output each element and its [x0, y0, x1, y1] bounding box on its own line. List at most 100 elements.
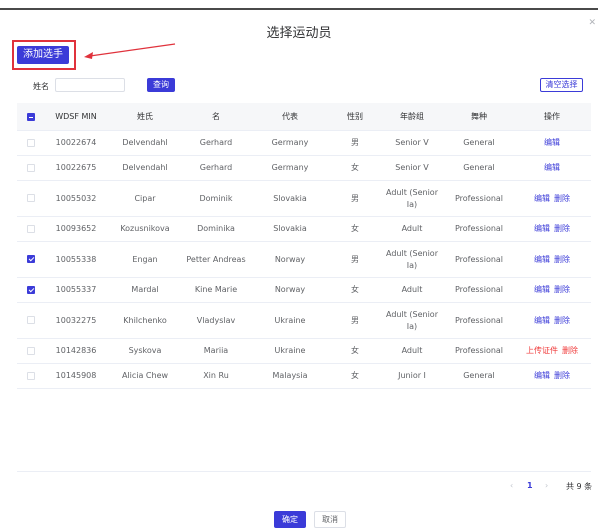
- cell-dance: Professional: [445, 180, 513, 217]
- cell-age-group: Adult (Senior Ia): [379, 241, 445, 278]
- cell-last-name: Kozusnikova: [107, 216, 183, 242]
- cell-actions: 编辑 删除: [513, 241, 591, 278]
- divider: [17, 471, 591, 472]
- total-count: 共 9 条: [566, 482, 593, 491]
- cell-wdsf-min: 10142836: [45, 338, 107, 364]
- row-checkbox[interactable]: [27, 255, 35, 263]
- row-checkbox[interactable]: [27, 194, 35, 202]
- table-row: 10145908 Alicia Chew Xin Ru Malaysia 女 Junior…: [17, 363, 591, 389]
- edit-link[interactable]: 编辑: [534, 224, 550, 233]
- cell-age-group: Adult (Senior Ia): [379, 302, 445, 339]
- cell-first-name: Xin Ru: [183, 363, 249, 389]
- prev-page-icon[interactable]: ‹: [510, 481, 513, 490]
- table-body: 10022674 Delvendahl Gerhard Germany 男 Senior …: [17, 130, 591, 389]
- cancel-button[interactable]: 取消: [314, 511, 346, 528]
- cell-age-group: Adult: [379, 216, 445, 242]
- row-select-cell[interactable]: [17, 241, 45, 278]
- cell-dance: General: [445, 363, 513, 389]
- row-checkbox[interactable]: [27, 346, 35, 355]
- cell-wdsf-min: 10032275: [45, 302, 107, 339]
- row-checkbox[interactable]: [27, 224, 35, 233]
- cell-first-name: Petter Andreas: [183, 241, 249, 278]
- cell-wdsf-min: 10093652: [45, 216, 107, 242]
- cell-first-name: Gerhard: [183, 155, 249, 181]
- header-dance: 舞种: [445, 103, 513, 131]
- upload-document-link[interactable]: 上传证件: [526, 346, 558, 355]
- row-select-cell[interactable]: [17, 302, 45, 339]
- table-header-row: WDSF MIN 姓氏 名 代表 性别 年龄组 舞种 操作: [17, 103, 591, 131]
- cell-first-name: Mariia: [183, 338, 249, 364]
- row-checkbox[interactable]: [27, 285, 35, 294]
- cell-actions: 编辑 删除: [513, 180, 591, 217]
- delete-link[interactable]: 删除: [554, 371, 570, 380]
- confirm-button[interactable]: 确定: [274, 511, 306, 528]
- cell-wdsf-min: 10145908: [45, 363, 107, 389]
- delete-link[interactable]: 删除: [554, 194, 570, 203]
- clear-selection-button[interactable]: 清空选择: [540, 78, 583, 92]
- row-select-cell[interactable]: [17, 338, 45, 364]
- cell-country: Norway: [249, 277, 331, 303]
- cell-gender: 男: [331, 180, 379, 217]
- delete-link[interactable]: 删除: [554, 255, 570, 264]
- select-all-checkbox[interactable]: [27, 112, 35, 121]
- cell-actions: 上传证件 删除: [513, 338, 591, 364]
- cell-country: Germany: [249, 155, 331, 181]
- current-page[interactable]: 1: [527, 481, 533, 490]
- row-select-cell[interactable]: [17, 363, 45, 389]
- row-select-cell[interactable]: [17, 130, 45, 156]
- cell-country: Ukraine: [249, 338, 331, 364]
- cell-last-name: Delvendahl: [107, 130, 183, 156]
- select-all-cell[interactable]: [17, 103, 45, 131]
- cell-dance: Professional: [445, 338, 513, 364]
- cell-wdsf-min: 10055338: [45, 241, 107, 278]
- delete-link[interactable]: 删除: [562, 346, 578, 355]
- name-filter-label: 姓名: [33, 82, 49, 91]
- delete-link[interactable]: 删除: [554, 316, 570, 325]
- cell-wdsf-min: 10022674: [45, 130, 107, 156]
- cell-last-name: Syskova: [107, 338, 183, 364]
- row-select-cell[interactable]: [17, 155, 45, 181]
- header-gender: 性别: [331, 103, 379, 131]
- cell-gender: 男: [331, 130, 379, 156]
- header-first-name: 名: [183, 103, 249, 131]
- table-row: 10142836 Syskova Mariia Ukraine 女 Adult Profes…: [17, 338, 591, 364]
- table-row: 10022675 Delvendahl Gerhard Germany 女 Senior …: [17, 155, 591, 181]
- cell-dance: Professional: [445, 277, 513, 303]
- row-select-cell[interactable]: [17, 277, 45, 303]
- query-button[interactable]: 查询: [147, 78, 175, 92]
- edit-link[interactable]: 编辑: [534, 285, 550, 294]
- next-page-icon[interactable]: ›: [545, 481, 548, 490]
- cell-age-group: Senior V: [379, 155, 445, 181]
- table-row: 10055338 Engan Petter Andreas Norway 男 Adult …: [17, 241, 591, 278]
- edit-link[interactable]: 编辑: [544, 138, 560, 147]
- delete-link[interactable]: 删除: [554, 285, 570, 294]
- row-checkbox[interactable]: [27, 163, 35, 172]
- row-checkbox[interactable]: [27, 138, 35, 147]
- row-checkbox[interactable]: [27, 371, 35, 380]
- edit-link[interactable]: 编辑: [534, 316, 550, 325]
- edit-link[interactable]: 编辑: [544, 163, 560, 172]
- edit-link[interactable]: 编辑: [534, 255, 550, 264]
- table-row: 10032275 Khilchenko Vladyslav Ukraine 男 Adult…: [17, 302, 591, 339]
- delete-link[interactable]: 删除: [554, 224, 570, 233]
- cell-first-name: Dominik: [183, 180, 249, 217]
- table-row: 10093652 Kozusnikova Dominika Slovakia 女 Adul…: [17, 216, 591, 242]
- row-select-cell[interactable]: [17, 216, 45, 242]
- name-filter-input[interactable]: [55, 78, 125, 92]
- header-actions: 操作: [513, 103, 591, 131]
- cell-last-name: Cipar: [107, 180, 183, 217]
- edit-link[interactable]: 编辑: [534, 194, 550, 203]
- edit-link[interactable]: 编辑: [534, 371, 550, 380]
- cell-actions: 编辑 删除: [513, 216, 591, 242]
- athlete-table: WDSF MIN 姓氏 名 代表 性别 年龄组 舞种 操作 10022674 De…: [17, 103, 591, 389]
- row-select-cell[interactable]: [17, 180, 45, 217]
- cell-wdsf-min: 10055032: [45, 180, 107, 217]
- row-checkbox[interactable]: [27, 316, 35, 324]
- cell-dance: General: [445, 155, 513, 181]
- cell-last-name: Delvendahl: [107, 155, 183, 181]
- cell-gender: 女: [331, 216, 379, 242]
- cell-gender: 女: [331, 155, 379, 181]
- header-wdsf-min: WDSF MIN: [45, 103, 107, 131]
- cell-gender: 女: [331, 363, 379, 389]
- cell-country: Norway: [249, 241, 331, 278]
